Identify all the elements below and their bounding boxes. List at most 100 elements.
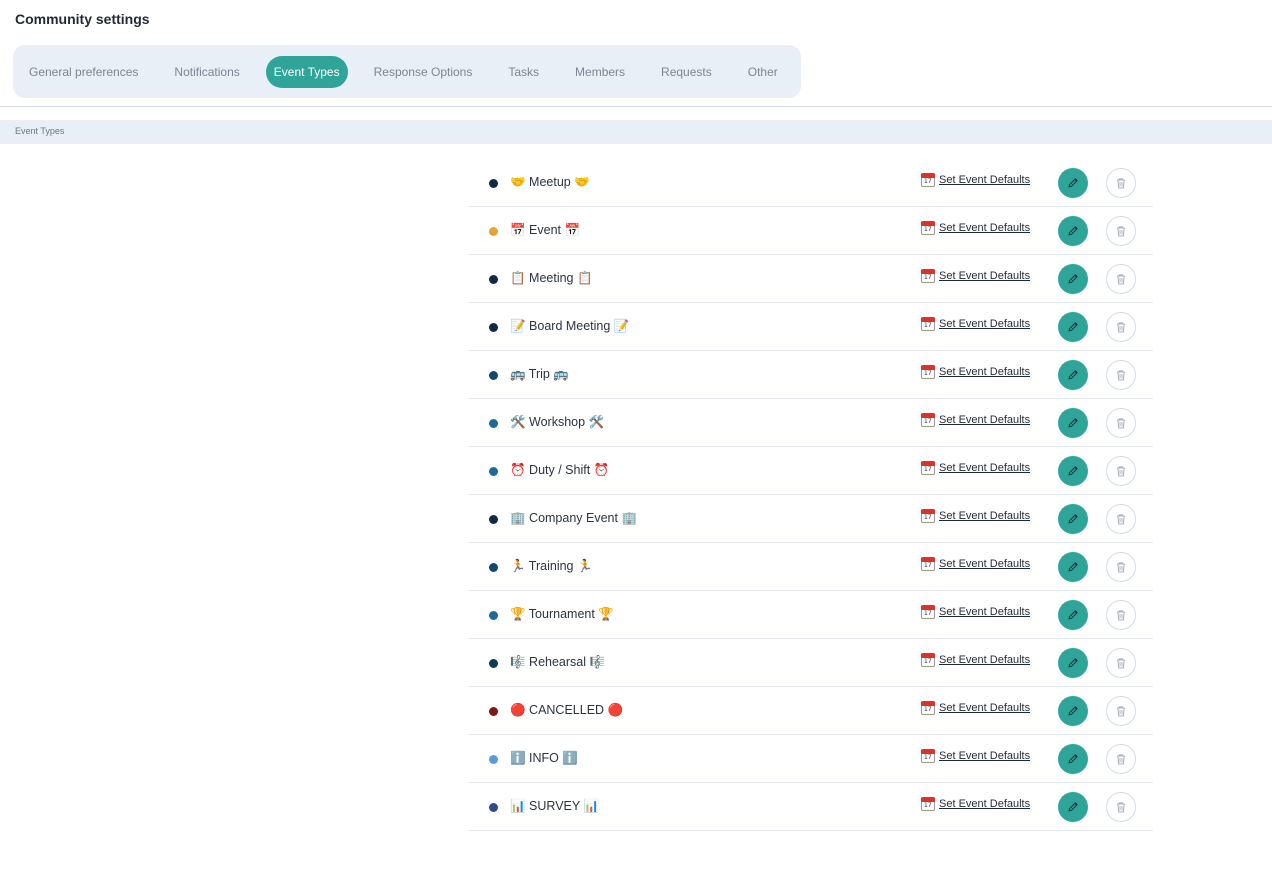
trash-icon (1114, 560, 1128, 574)
set-event-defaults-label: Set Event Defaults (939, 750, 1031, 762)
event-type-row: 🏆 Tournament 🏆 Set Event Defaults (469, 591, 1153, 639)
trash-icon (1114, 320, 1128, 334)
tab-general-preferences[interactable]: General preferences (19, 56, 148, 88)
set-event-defaults-link[interactable]: Set Event Defaults (921, 509, 1030, 523)
set-event-defaults-link[interactable]: Set Event Defaults (921, 749, 1030, 763)
delete-event-type-button[interactable] (1106, 504, 1136, 534)
section-label: Event Types (15, 126, 65, 136)
set-event-defaults-link[interactable]: Set Event Defaults (921, 365, 1030, 379)
tab-notifications[interactable]: Notifications (164, 56, 249, 88)
calendar-icon (921, 461, 935, 475)
edit-event-type-button[interactable] (1058, 264, 1088, 294)
event-type-name: ⏰ Duty / Shift ⏰ (510, 463, 610, 477)
event-type-name: 🛠️ Workshop 🛠️ (510, 415, 605, 429)
event-type-name: ℹ️ INFO ℹ️ (510, 751, 578, 765)
edit-event-type-button[interactable] (1058, 648, 1088, 678)
delete-event-type-button[interactable] (1106, 744, 1136, 774)
event-color-dot (489, 611, 498, 620)
set-event-defaults-link[interactable]: Set Event Defaults (921, 173, 1030, 187)
tab-tasks[interactable]: Tasks (498, 56, 549, 88)
edit-event-type-button[interactable] (1058, 456, 1088, 486)
trash-icon (1114, 800, 1128, 814)
trash-icon (1114, 416, 1128, 430)
event-type-name: 📊 SURVEY 📊 (510, 799, 600, 813)
delete-event-type-button[interactable] (1106, 360, 1136, 390)
calendar-icon (921, 509, 935, 523)
set-event-defaults-link[interactable]: Set Event Defaults (921, 269, 1030, 283)
edit-event-type-button[interactable] (1058, 696, 1088, 726)
set-event-defaults-link[interactable]: Set Event Defaults (921, 557, 1030, 571)
calendar-icon (921, 605, 935, 619)
set-event-defaults-label: Set Event Defaults (939, 414, 1031, 426)
tab-event-types[interactable]: Event Types (265, 55, 348, 88)
set-event-defaults-label: Set Event Defaults (939, 462, 1031, 474)
edit-event-type-button[interactable] (1058, 168, 1088, 198)
calendar-icon (921, 365, 935, 379)
pencil-icon (1066, 752, 1080, 766)
pencil-icon (1066, 320, 1080, 334)
tab-response-options[interactable]: Response Options (364, 56, 483, 88)
delete-event-type-button[interactable] (1106, 264, 1136, 294)
calendar-icon (921, 221, 935, 235)
delete-event-type-button[interactable] (1106, 792, 1136, 822)
trash-icon (1114, 752, 1128, 766)
event-color-dot (489, 515, 498, 524)
calendar-icon (921, 749, 935, 763)
set-event-defaults-label: Set Event Defaults (939, 222, 1031, 234)
delete-event-type-button[interactable] (1106, 312, 1136, 342)
edit-event-type-button[interactable] (1058, 216, 1088, 246)
edit-event-type-button[interactable] (1058, 312, 1088, 342)
delete-event-type-button[interactable] (1106, 216, 1136, 246)
set-event-defaults-link[interactable]: Set Event Defaults (921, 605, 1030, 619)
trash-icon (1114, 368, 1128, 382)
set-event-defaults-link[interactable]: Set Event Defaults (921, 797, 1030, 811)
event-color-dot (489, 275, 498, 284)
event-color-dot (489, 563, 498, 572)
trash-icon (1114, 176, 1128, 190)
calendar-icon (921, 653, 935, 667)
edit-event-type-button[interactable] (1058, 744, 1088, 774)
set-event-defaults-link[interactable]: Set Event Defaults (921, 701, 1030, 715)
edit-event-type-button[interactable] (1058, 600, 1088, 630)
edit-event-type-button[interactable] (1058, 408, 1088, 438)
delete-event-type-button[interactable] (1106, 552, 1136, 582)
calendar-icon (921, 557, 935, 571)
set-event-defaults-link[interactable]: Set Event Defaults (921, 461, 1030, 475)
tab-members[interactable]: Members (565, 56, 635, 88)
event-type-row: 📝 Board Meeting 📝 Set Event Defaults (469, 303, 1153, 351)
event-type-name: 🎼 Rehearsal 🎼 (510, 655, 606, 669)
set-event-defaults-link[interactable]: Set Event Defaults (921, 413, 1030, 427)
edit-event-type-button[interactable] (1058, 552, 1088, 582)
settings-tabs: General preferences Notifications Event … (13, 45, 801, 98)
delete-event-type-button[interactable] (1106, 168, 1136, 198)
calendar-icon (921, 269, 935, 283)
set-event-defaults-label: Set Event Defaults (939, 606, 1031, 618)
set-event-defaults-label: Set Event Defaults (939, 318, 1031, 330)
event-color-dot (489, 371, 498, 380)
tab-other[interactable]: Other (738, 56, 788, 88)
delete-event-type-button[interactable] (1106, 456, 1136, 486)
delete-event-type-button[interactable] (1106, 408, 1136, 438)
delete-event-type-button[interactable] (1106, 600, 1136, 630)
event-type-row: 🔴 CANCELLED 🔴 Set Event Defaults (469, 687, 1153, 735)
set-event-defaults-label: Set Event Defaults (939, 366, 1031, 378)
pencil-icon (1066, 656, 1080, 670)
set-event-defaults-link[interactable]: Set Event Defaults (921, 221, 1030, 235)
set-event-defaults-label: Set Event Defaults (939, 558, 1031, 570)
event-color-dot (489, 227, 498, 236)
delete-event-type-button[interactable] (1106, 696, 1136, 726)
trash-icon (1114, 464, 1128, 478)
event-type-row: 🏃 Training 🏃 Set Event Defaults (469, 543, 1153, 591)
edit-event-type-button[interactable] (1058, 792, 1088, 822)
set-event-defaults-link[interactable]: Set Event Defaults (921, 653, 1030, 667)
event-type-row: 📊 SURVEY 📊 Set Event Defaults (469, 783, 1153, 831)
delete-event-type-button[interactable] (1106, 648, 1136, 678)
set-event-defaults-link[interactable]: Set Event Defaults (921, 317, 1030, 331)
trash-icon (1114, 272, 1128, 286)
pencil-icon (1066, 176, 1080, 190)
tab-requests[interactable]: Requests (651, 56, 722, 88)
edit-event-type-button[interactable] (1058, 504, 1088, 534)
event-color-dot (489, 419, 498, 428)
trash-icon (1114, 704, 1128, 718)
edit-event-type-button[interactable] (1058, 360, 1088, 390)
